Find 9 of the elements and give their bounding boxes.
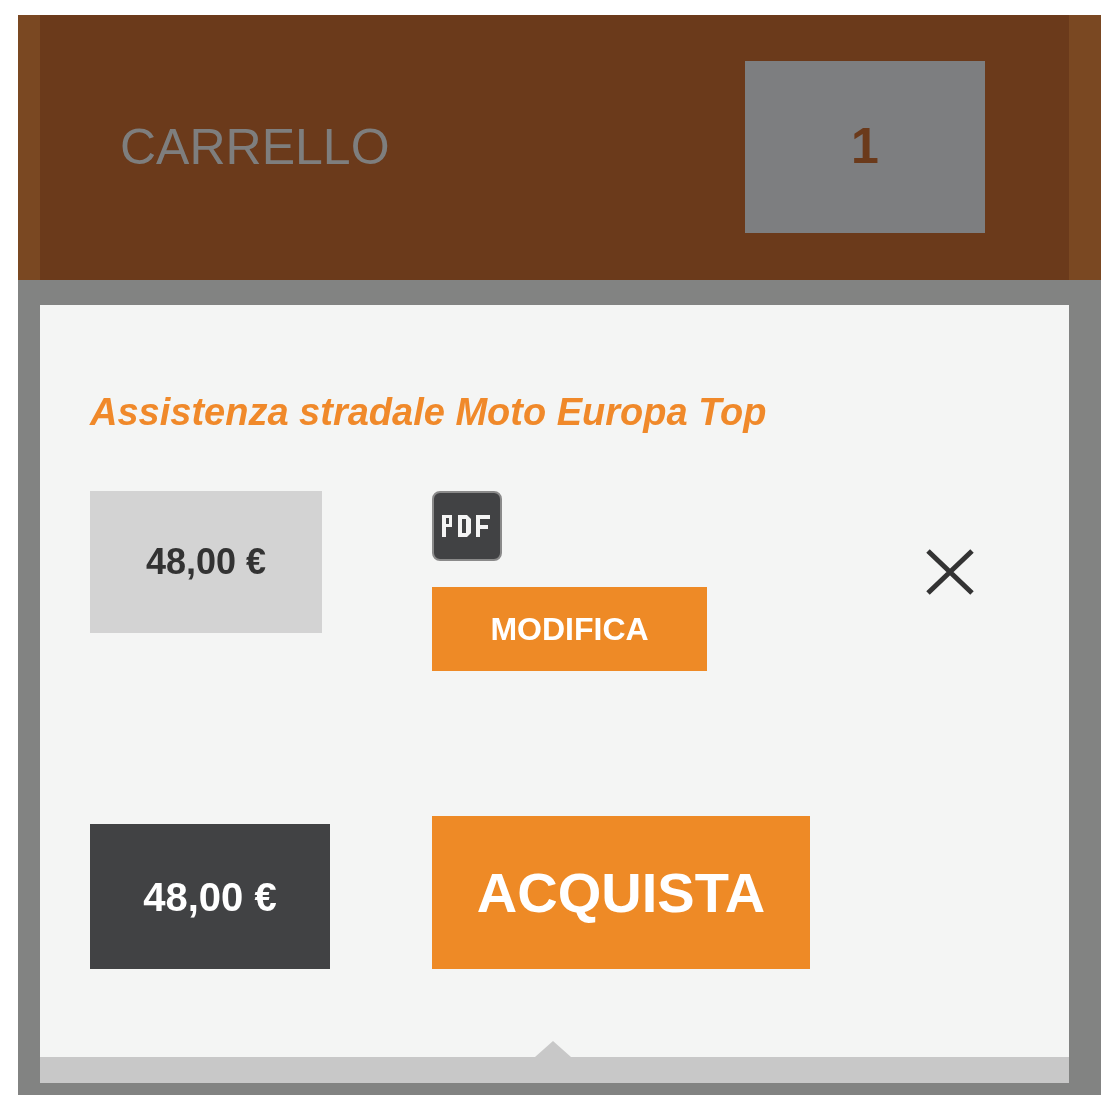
total-price: 48,00 € — [90, 824, 330, 969]
cart-title: CARRELLO — [120, 118, 391, 177]
item-price: 48,00 € — [90, 491, 322, 633]
edit-button[interactable]: MODIFICA — [432, 587, 707, 671]
product-name: Assistenza stradale Moto Europa Top — [90, 393, 768, 431]
buy-button[interactable]: ACQUISTA — [432, 816, 810, 969]
close-icon[interactable] — [925, 548, 975, 596]
pdf-icon[interactable] — [432, 491, 502, 561]
cart-count: 1 — [745, 60, 985, 233]
